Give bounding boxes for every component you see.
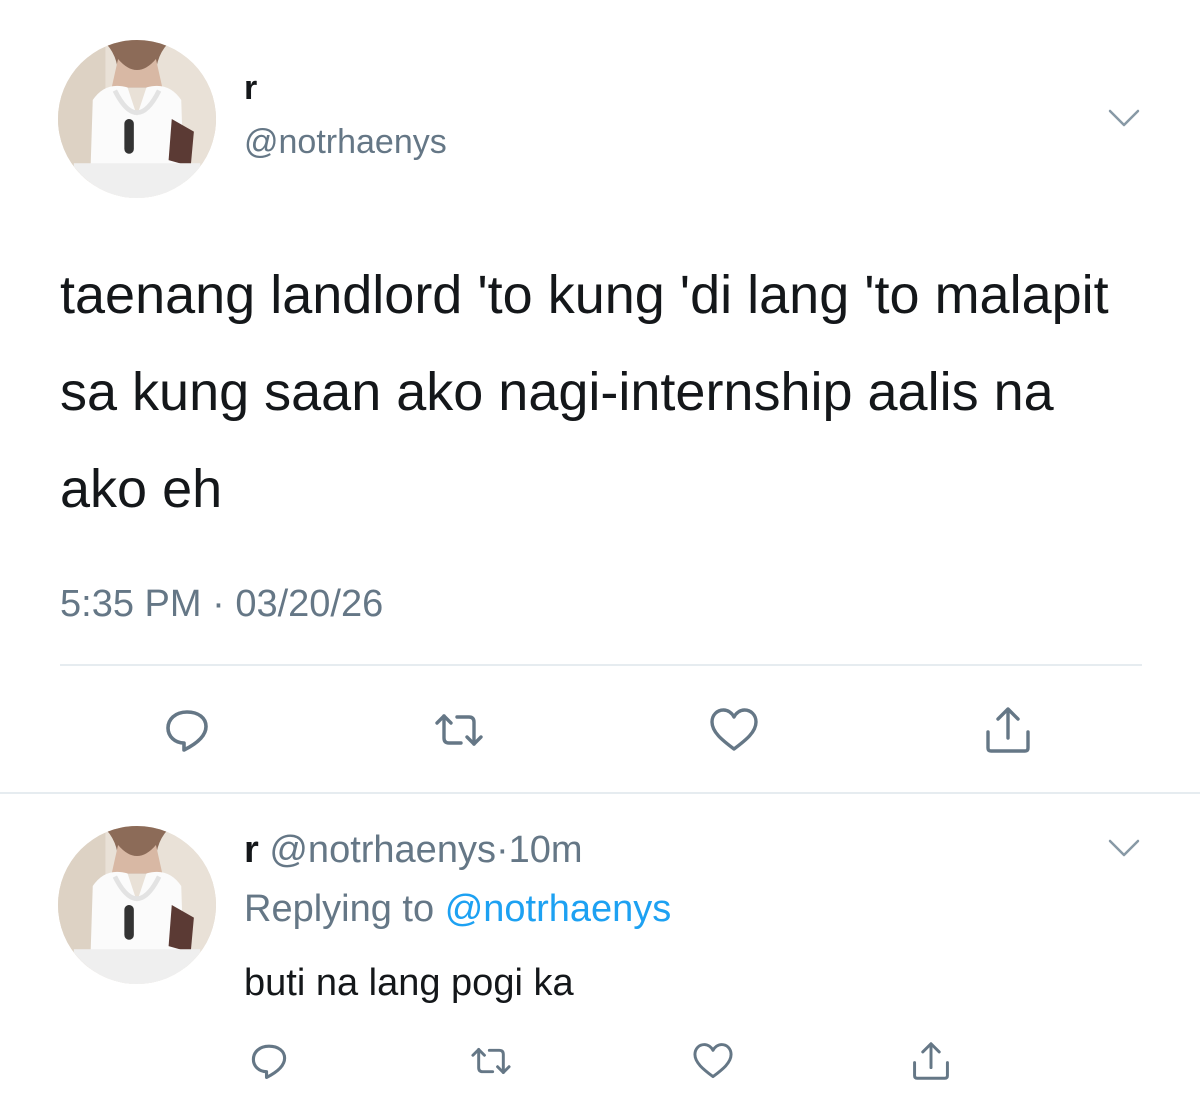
reply-button[interactable]	[159, 702, 215, 758]
meta-separator: ·	[212, 583, 225, 625]
like-button[interactable]	[706, 702, 762, 758]
chevron-down-icon[interactable]	[1106, 100, 1142, 136]
tweet-text: buti na lang pogi ka	[244, 962, 574, 1004]
display-name[interactable]: r	[244, 829, 259, 871]
section-divider	[0, 792, 1200, 794]
retweet-button[interactable]	[468, 1038, 514, 1084]
retweet-icon	[471, 1048, 511, 1074]
retweet-button[interactable]	[431, 702, 487, 758]
display-name[interactable]: r	[244, 68, 257, 108]
like-icon	[710, 708, 758, 751]
tweet-date: 03/20/26	[235, 583, 384, 625]
profile-photo-icon	[58, 826, 216, 984]
avatar[interactable]	[58, 40, 216, 198]
share-button[interactable]	[980, 702, 1036, 758]
reply-button[interactable]	[246, 1038, 292, 1084]
share-icon	[913, 1042, 949, 1080]
avatar[interactable]	[58, 826, 216, 984]
chevron-down-icon[interactable]	[1106, 830, 1142, 866]
retweet-icon	[435, 714, 483, 746]
tweet-time: 5:35 PM	[60, 583, 202, 625]
user-handle[interactable]: @notrhaenys	[269, 829, 496, 871]
share-button[interactable]	[908, 1038, 954, 1084]
profile-photo-icon	[58, 40, 216, 198]
tweet-timestamp[interactable]: 5:35 PM · 03/20/26	[60, 578, 383, 630]
replying-label: Replying to	[244, 888, 435, 930]
replying-to: Replying to @notrhaenys	[244, 885, 671, 933]
meta-separator: ·	[495, 829, 509, 871]
like-button[interactable]	[690, 1038, 736, 1084]
share-icon	[986, 707, 1030, 753]
like-icon	[693, 1043, 733, 1079]
reply-header: r @notrhaenys·10m	[244, 826, 583, 874]
reply-icon	[251, 1044, 287, 1079]
divider	[60, 664, 1142, 666]
time-ago[interactable]: 10m	[509, 829, 583, 871]
tweet-text: taenang landlord 'to kung 'di lang 'to m…	[60, 265, 1109, 519]
reply-icon	[166, 710, 208, 752]
user-handle[interactable]: @notrhaenys	[244, 122, 447, 162]
mention-link[interactable]: @notrhaenys	[445, 888, 672, 930]
